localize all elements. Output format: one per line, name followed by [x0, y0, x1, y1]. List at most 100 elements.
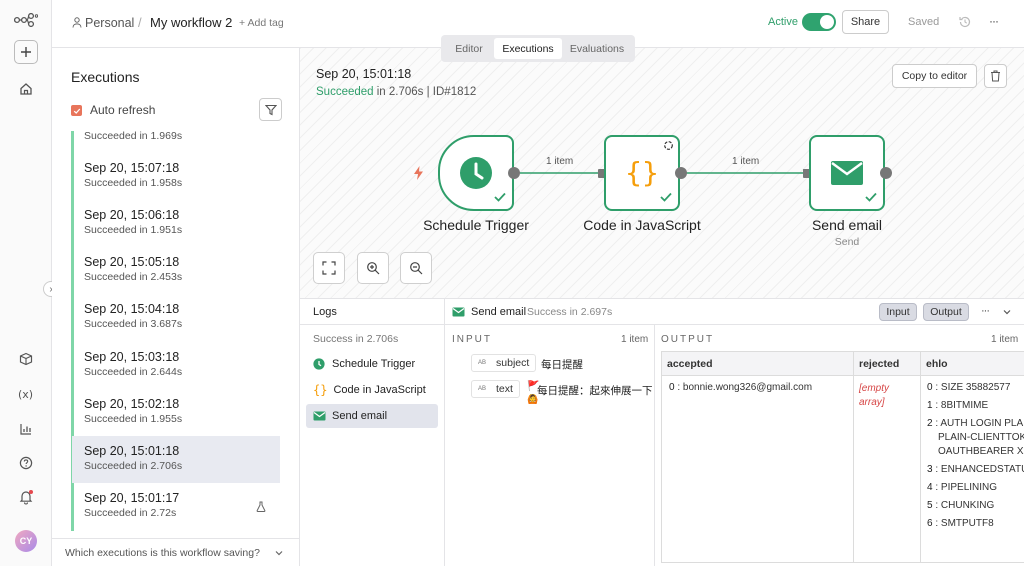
log-step-send-email-selected[interactable]: Send email	[306, 404, 438, 428]
fit-view-icon	[322, 261, 336, 275]
node-detail-status: Success in 2.697s	[527, 306, 613, 318]
rejected-value: [empty array]	[859, 383, 890, 408]
help-icon[interactable]	[14, 451, 38, 475]
node-schedule-trigger[interactable]	[438, 135, 514, 211]
more-menu-button[interactable]: ···	[989, 14, 999, 28]
node-send-email[interactable]	[809, 135, 885, 211]
svg-text:{}: {}	[625, 156, 659, 189]
log-step-code-javascript[interactable]: {} Code in JavaScript	[306, 378, 438, 402]
column-header: rejected	[859, 358, 900, 370]
auto-refresh-checkbox[interactable]	[71, 105, 82, 116]
accepted-item: 0 : bonnie.wong326@gmail.com	[669, 382, 813, 393]
tab-evaluations[interactable]: Evaluations	[562, 38, 632, 59]
filter-button[interactable]	[259, 98, 282, 121]
share-button[interactable]: Share	[842, 10, 889, 34]
active-toggle[interactable]	[802, 13, 836, 31]
templates-icon[interactable]	[14, 347, 38, 371]
column-header: accepted	[667, 358, 713, 370]
execution-item[interactable]: Sep 20, 15:04:18 Succeeded in 3.687s	[72, 294, 280, 341]
envelope-icon	[313, 411, 326, 421]
execution-status: Succeeded in 1.955s	[84, 413, 183, 425]
add-tag-link[interactable]: + Add tag	[239, 17, 284, 29]
output-panel: OUTPUT 1 item accepted rejected ehlo 0 :…	[655, 325, 1024, 566]
workflow-name[interactable]: My workflow 2	[150, 15, 232, 30]
output-port[interactable]	[880, 167, 892, 179]
zoom-in-icon	[367, 262, 380, 275]
node-code-javascript[interactable]: {}	[604, 135, 680, 211]
variables-icon[interactable]: (x)	[14, 382, 38, 406]
execution-item[interactable]: Sep 20, 15:01:17 Succeeded in 2.72s	[72, 483, 280, 530]
zoom-in-button[interactable]	[357, 252, 389, 284]
execution-date: Sep 20, 15:02:18	[84, 397, 180, 411]
tab-editor[interactable]: Editor	[444, 38, 494, 59]
execution-date: Sep 20, 15:01:17	[84, 491, 180, 505]
ehlo-item: 6 : SMTPUTF8	[927, 518, 994, 529]
ehlo-item: 5 : CHUNKING	[927, 500, 995, 511]
execution-status: Succeeded in 2.644s	[84, 366, 183, 378]
logs-header: Logs	[300, 299, 445, 325]
ehlo-item: 4 : PIPELINING	[927, 482, 998, 493]
execution-item[interactable]: Sep 20, 15:03:18 Succeeded in 2.644s	[72, 342, 280, 389]
auto-refresh-label[interactable]: Auto refresh	[90, 103, 155, 117]
saved-status: Saved	[908, 16, 940, 28]
user-avatar[interactable]: CY	[15, 530, 37, 552]
input-count: 1 item	[621, 334, 649, 345]
zoom-out-button[interactable]	[400, 252, 432, 284]
notifications-bell-icon[interactable]	[14, 485, 38, 509]
column-header: ehlo	[926, 358, 948, 370]
input-toggle-button[interactable]: Input	[879, 303, 917, 321]
tab-executions[interactable]: Executions	[494, 38, 562, 59]
execution-date: Sep 20, 15:04:18	[84, 302, 180, 316]
top-bar: Personal / My workflow 2 + Add tag Edito…	[52, 0, 1024, 62]
sidebar-rail: › (x) CY	[0, 0, 59, 566]
view-tabs: Editor Executions Evaluations	[441, 35, 635, 62]
node-label: Code in JavaScript	[583, 217, 701, 233]
run-status: Success in 2.706s	[313, 333, 399, 345]
execution-date: Sep 20, 15:07:18	[84, 161, 180, 175]
clock-icon	[313, 358, 325, 370]
execution-item[interactable]: Sep 20, 15:06:18 Succeeded in 1.951s	[72, 200, 280, 247]
logs-title: Logs	[313, 306, 337, 318]
saving-info-bar[interactable]: Which executions is this workflow saving…	[52, 538, 300, 566]
output-port[interactable]	[508, 167, 520, 179]
trigger-bolt-icon	[413, 166, 424, 183]
n8n-logo-icon[interactable]	[14, 8, 38, 32]
execution-item[interactable]: Sep 20, 15:05:18 Succeeded in 2.453s	[72, 247, 280, 294]
flask-icon[interactable]	[256, 501, 266, 515]
execution-item-partial-status: Succeeded in 1.969s	[84, 130, 183, 142]
input-field-value: 每日提醒	[541, 359, 583, 371]
chevron-down-icon[interactable]	[1002, 306, 1012, 320]
create-button[interactable]	[14, 40, 38, 64]
execution-status: Succeeded in 1.958s	[84, 177, 183, 189]
saving-question: Which executions is this workflow saving…	[65, 547, 260, 559]
logs-panel: Logs Success in 2.706s Schedule Trigger …	[300, 298, 1024, 566]
breadcrumb-separator: /	[138, 15, 142, 30]
success-check-icon	[865, 191, 877, 205]
braces-icon: {}	[313, 383, 328, 397]
execution-status: Succeeded in 1.951s	[84, 224, 183, 236]
breadcrumb-owner[interactable]: Personal	[85, 16, 134, 30]
output-toggle-button[interactable]: Output	[923, 303, 969, 321]
execution-item[interactable]: Sep 20, 15:07:18 Succeeded in 1.958s	[72, 153, 280, 200]
input-panel: INPUT 1 item AB subject 每日提醒 AB text 🚩 每日提…	[445, 325, 655, 566]
node-more-button[interactable]: ···	[981, 305, 990, 317]
execution-item-selected[interactable]: Sep 20, 15:01:18 Succeeded in 2.706s	[72, 436, 280, 483]
log-step-schedule-trigger[interactable]: Schedule Trigger	[306, 352, 438, 376]
execution-item[interactable]: Sep 20, 15:02:18 Succeeded in 1.955s	[72, 389, 280, 436]
history-icon[interactable]	[958, 15, 972, 32]
clock-icon	[460, 157, 492, 189]
output-title: OUTPUT	[661, 334, 715, 345]
user-icon	[72, 17, 82, 31]
execution-status: Succeeded in 2.72s	[84, 507, 177, 519]
home-icon[interactable]	[14, 77, 38, 101]
fit-view-button[interactable]	[313, 252, 345, 284]
input-field-value: 每日提醒：起來伸展一下	[537, 385, 653, 397]
insights-icon[interactable]	[14, 417, 38, 441]
workflow-canvas[interactable]: Sep 20, 15:01:18 Succeeded in 2.706s | I…	[300, 48, 1024, 299]
output-port[interactable]	[675, 167, 687, 179]
refresh-icon[interactable]	[663, 140, 674, 154]
active-label: Active	[768, 16, 798, 28]
svg-text:(x): (x)	[18, 388, 33, 401]
chevron-down-icon	[274, 547, 284, 561]
braces-icon: {}	[625, 156, 659, 189]
